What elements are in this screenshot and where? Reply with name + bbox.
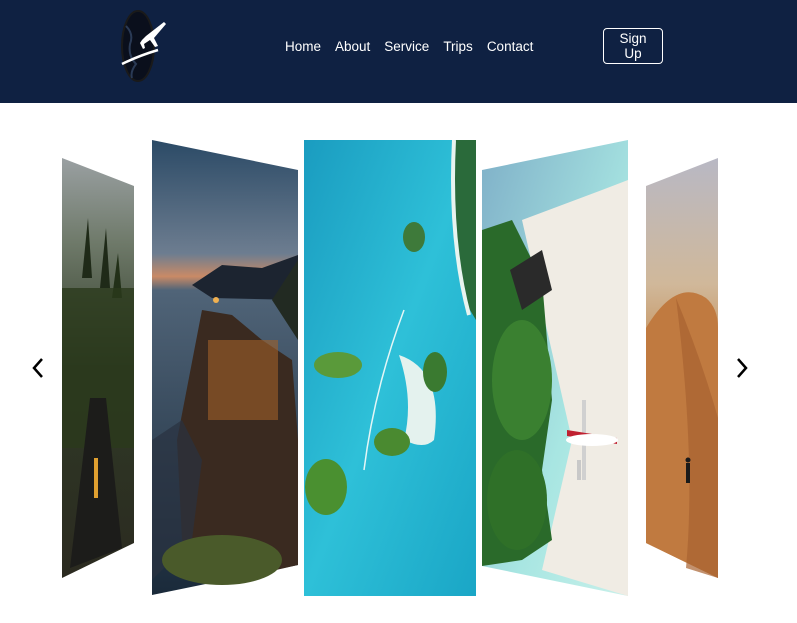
next-arrow-button[interactable] xyxy=(730,353,754,383)
slide-forest-road[interactable] xyxy=(62,158,134,578)
slide-coastal-village[interactable] xyxy=(152,140,298,595)
nav-link-contact[interactable]: Contact xyxy=(487,39,534,54)
nav-link-service[interactable]: Service xyxy=(384,39,429,54)
chevron-left-icon xyxy=(32,358,43,378)
slide-beach-seaplane[interactable] xyxy=(482,140,628,596)
navbar: Home About Service Trips Contact Sign Up xyxy=(0,0,797,103)
nav-link-home[interactable]: Home xyxy=(285,39,321,54)
prev-arrow-button[interactable] xyxy=(26,353,50,383)
slide-desert-dune[interactable] xyxy=(646,158,718,578)
nav-link-about[interactable]: About xyxy=(335,39,370,54)
nav-links: Home About Service Trips Contact xyxy=(285,39,547,54)
logo-icon[interactable] xyxy=(118,6,170,86)
chevron-right-icon xyxy=(737,358,748,378)
image-carousel xyxy=(0,103,797,623)
slide-tropical-islands[interactable] xyxy=(304,140,476,596)
signup-button[interactable]: Sign Up xyxy=(603,28,663,64)
nav-link-trips[interactable]: Trips xyxy=(443,39,473,54)
